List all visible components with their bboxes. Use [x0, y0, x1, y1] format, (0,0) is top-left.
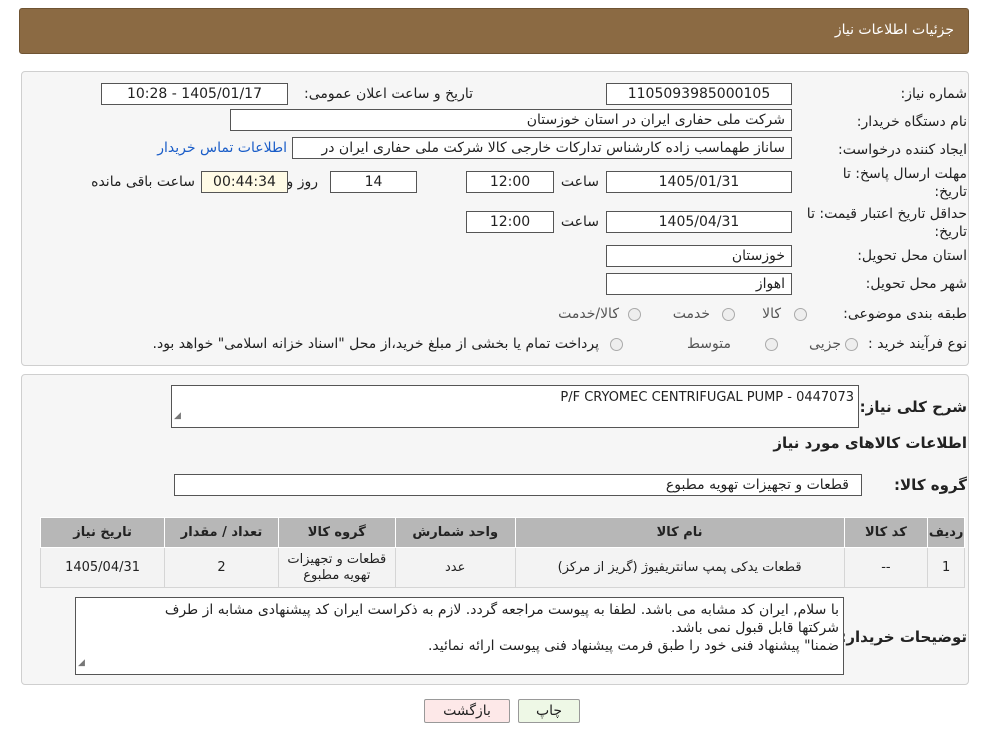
- deadline-label-date: تاریخ:: [934, 184, 967, 200]
- category-radio-goods[interactable]: [794, 308, 807, 321]
- page-header: جزئیات اطلاعات نیاز: [19, 8, 969, 54]
- days-field: 14: [330, 171, 417, 193]
- col-need-date: تاریخ نیاز: [39, 517, 166, 548]
- deadline-label: مهلت ارسال پاسخ: تا: [842, 166, 967, 182]
- process-radio-treasury[interactable]: [610, 338, 623, 351]
- cell-code: --: [843, 547, 929, 588]
- buyer-notes-field: با سلام, ایران کد مشابه می باشد. لطفا به…: [75, 597, 844, 675]
- remaining-time-field: 00:44:34: [201, 171, 288, 193]
- city-label: شهر محل تحویل:: [865, 276, 967, 292]
- category-option-service: خدمت: [672, 306, 710, 322]
- back-button[interactable]: بازگشت: [424, 699, 510, 723]
- remaining-label: ساعت باقی مانده: [91, 174, 195, 190]
- category-label: طبقه بندی موضوعی:: [843, 306, 967, 322]
- goods-group-value: قطعات و تجهیزات تهویه مطبوع: [665, 477, 849, 493]
- page-title: جزئیات اطلاعات نیاز: [834, 22, 954, 38]
- buyer-contact-link[interactable]: اطلاعات تماس خریدار: [157, 140, 287, 156]
- validity-date-field: 1405/04/31: [606, 211, 792, 233]
- buyer-org-label: نام دستگاه خریدار:: [856, 114, 967, 130]
- goods-group-label: گروه کالا:: [894, 476, 967, 494]
- category-radio-service[interactable]: [722, 308, 735, 321]
- cell-unit: عدد: [394, 547, 516, 588]
- goods-group-field: قطعات و تجهیزات تهویه مطبوع: [174, 474, 862, 496]
- col-unit: واحد شمارش: [394, 517, 516, 548]
- process-option-medium: متوسط: [687, 336, 731, 352]
- buyer-notes-label: توضیحات خریدار:: [840, 628, 967, 646]
- print-button[interactable]: چاپ: [518, 699, 580, 723]
- process-option-minor: جزیی: [809, 336, 841, 352]
- validity-time-label: ساعت: [560, 214, 599, 230]
- deadline-time-label: ساعت: [560, 174, 599, 190]
- creator-field: ساناز طهماسب زاده کارشناس تدارکات خارجی …: [292, 137, 792, 159]
- buyer-notes-line: با سلام, ایران کد مشابه می باشد. لطفا به…: [164, 602, 839, 618]
- process-note: پرداخت تمام یا بخشی از مبلغ خرید،از محل …: [152, 336, 599, 352]
- items-table-header: ردیف کد کالا نام کالا واحد شمارش گروه کا…: [39, 517, 965, 548]
- cell-need-date: 1405/04/31: [39, 547, 166, 588]
- col-quantity: تعداد / مقدار: [164, 517, 279, 548]
- col-group: گروه کالا: [277, 517, 396, 548]
- need-number-field: 1105093985000105: [606, 83, 792, 105]
- creator-label: ایجاد کننده درخواست:: [838, 142, 967, 158]
- resize-handle-icon[interactable]: ◢: [78, 654, 85, 672]
- buyer-org-field: شرکت ملی حفاری ایران در استان خوزستان: [230, 109, 792, 131]
- category-option-goods-service: کالا/خدمت: [558, 306, 619, 322]
- buyer-notes-line: شرکتها قابل قبول نمی باشد.: [671, 620, 839, 636]
- items-table: ردیف کد کالا نام کالا واحد شمارش گروه کا…: [39, 517, 965, 588]
- need-description-label: شرح کلی نیاز:: [859, 398, 967, 416]
- process-label: نوع فرآیند خرید :: [868, 336, 967, 352]
- process-radio-minor[interactable]: [845, 338, 858, 351]
- resize-handle-icon[interactable]: ◢: [174, 407, 181, 425]
- province-field: خوزستان: [606, 245, 792, 267]
- deadline-date-field: 1405/01/31: [606, 171, 792, 193]
- deadline-time-field: 12:00: [466, 171, 554, 193]
- cell-group: قطعات و تجهیزات تهویه مطبوع: [277, 547, 396, 588]
- province-label: استان محل تحویل:: [857, 248, 967, 264]
- category-option-goods: کالا: [762, 306, 781, 322]
- city-field: اهواز: [606, 273, 792, 295]
- table-row: 1 -- قطعات یدکی پمپ سانتریفیوژ (گریز از …: [39, 547, 965, 588]
- col-row: ردیف: [927, 517, 965, 548]
- goods-info-title: اطلاعات کالاهای مورد نیاز: [773, 434, 967, 452]
- category-radio-goods-service[interactable]: [628, 308, 641, 321]
- announce-field: 1405/01/17 - 10:28: [101, 83, 288, 105]
- cell-quantity: 2: [164, 547, 279, 588]
- cell-name: قطعات یدکی پمپ سانتریفیوژ (گریز از مرکز): [514, 547, 845, 588]
- need-number-label: شماره نیاز:: [900, 86, 968, 102]
- col-name: نام کالا: [514, 517, 845, 548]
- col-code: کد کالا: [843, 517, 929, 548]
- days-label: روز و: [286, 174, 319, 190]
- cell-row: 1: [927, 547, 965, 588]
- need-description-text: P/F CRYOMEC CENTRIFUGAL PUMP - 0447073: [560, 390, 854, 405]
- need-description-field: P/F CRYOMEC CENTRIFUGAL PUMP - 0447073 ◢: [171, 385, 859, 428]
- buyer-notes-line: ضمنا" پیشنهاد فنی خود را طبق فرمت پیشنها…: [427, 638, 839, 654]
- announce-label: تاریخ و ساعت اعلان عمومی:: [304, 86, 473, 102]
- validity-label: حداقل تاریخ اعتبار قیمت: تا: [806, 206, 967, 222]
- process-radio-medium[interactable]: [765, 338, 778, 351]
- validity-label-date: تاریخ:: [934, 224, 967, 240]
- validity-time-field: 12:00: [466, 211, 554, 233]
